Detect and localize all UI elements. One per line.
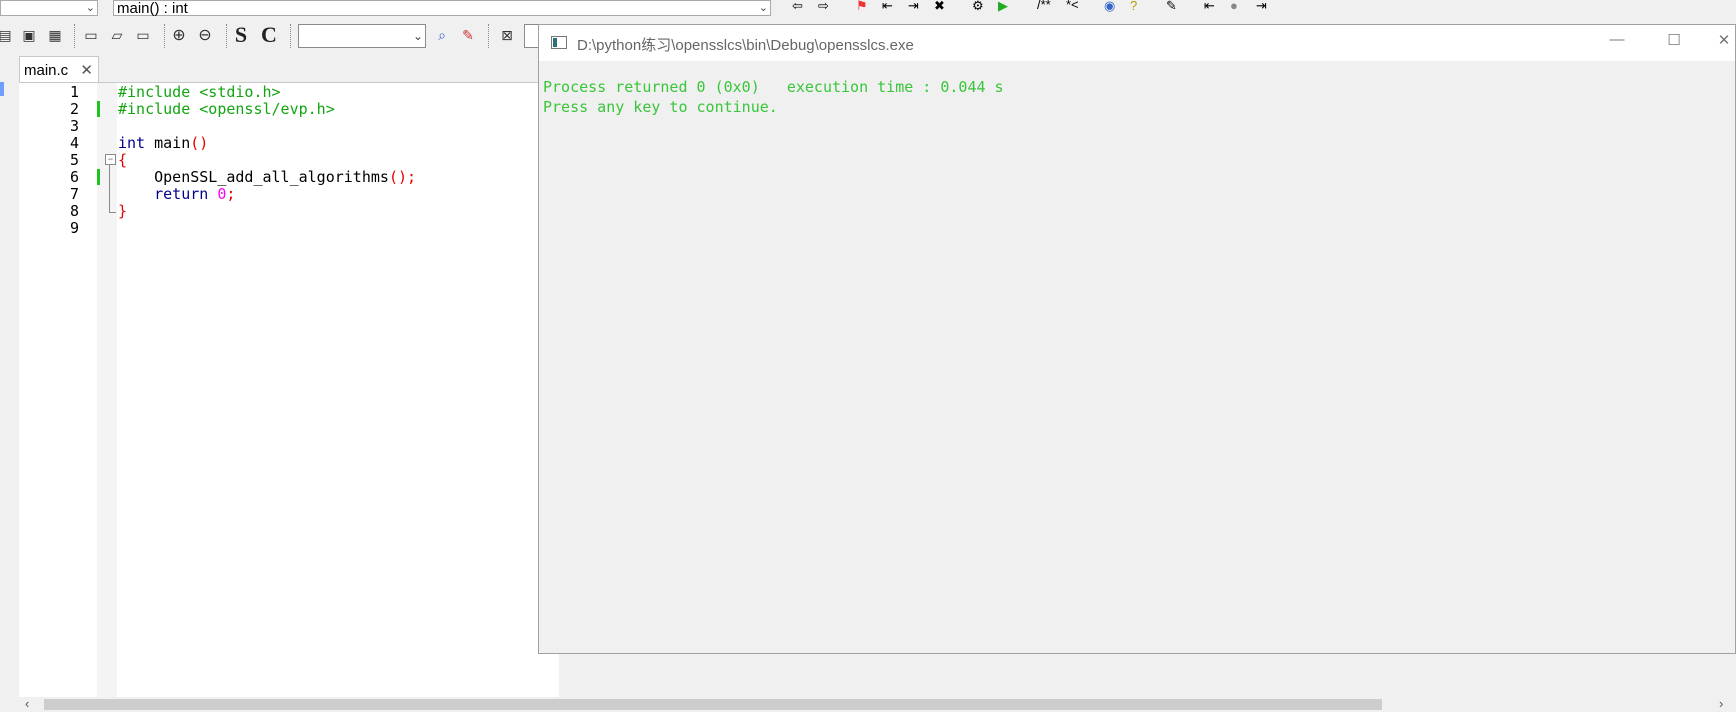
- select-block-icon[interactable]: ▱: [106, 24, 128, 46]
- toolbar-separator: [226, 24, 229, 48]
- scroll-left-icon[interactable]: ‹: [25, 696, 29, 711]
- code-line[interactable]: int main(): [118, 134, 208, 152]
- horizontal-scrollbar[interactable]: ‹ ›: [19, 696, 1736, 712]
- code-line[interactable]: {: [118, 151, 127, 169]
- line-number: 5: [69, 151, 79, 169]
- chevron-down-icon: ⌄: [758, 2, 768, 14]
- toggle-s-button[interactable]: S: [230, 22, 252, 47]
- scope-combo-left[interactable]: ⌄: [0, 0, 98, 16]
- run-icon[interactable]: ▶: [998, 0, 1008, 14]
- tab-main-c[interactable]: main.c ✕: [19, 56, 99, 83]
- left-side-panel: [0, 82, 19, 698]
- comment-icon[interactable]: /**: [1037, 0, 1051, 12]
- clear-bookmarks-icon[interactable]: ✖: [934, 0, 945, 14]
- doc-comment-icon[interactable]: *<: [1066, 0, 1079, 12]
- layout-icon-3[interactable]: ▦: [44, 24, 66, 46]
- console-output-line: Process returned 0 (0x0) execution time …: [543, 78, 1004, 96]
- line-number: 4: [69, 134, 79, 152]
- step-forward-icon[interactable]: ⇥: [1256, 0, 1267, 14]
- chevron-down-icon: ⌄: [412, 29, 423, 43]
- line-number: 7: [69, 185, 79, 203]
- find-icon[interactable]: ⌕: [431, 24, 453, 46]
- code-token: {: [118, 151, 128, 169]
- chevron-down-icon: ⌄: [85, 2, 95, 14]
- tab-label: main.c: [24, 62, 69, 79]
- line-number: 9: [69, 219, 79, 237]
- toggle-c-button[interactable]: C: [258, 22, 280, 47]
- code-token: }: [118, 202, 128, 220]
- layout-icon-1[interactable]: ▤: [0, 24, 16, 46]
- build-icon[interactable]: ⚙: [972, 0, 984, 14]
- line-number: 2: [69, 100, 79, 118]
- search-combo[interactable]: ⌄: [298, 24, 426, 48]
- web-icon[interactable]: ◉: [1104, 0, 1115, 14]
- layout-icon-2[interactable]: ▣: [18, 24, 40, 46]
- code-token: OpenSSL_add_all_algorithms: [118, 168, 389, 186]
- zoom-out-icon[interactable]: ⊖: [194, 24, 216, 46]
- console-title: D:\python练习\opensslcs\bin\Debug\opensslc…: [577, 37, 914, 54]
- fold-range-end: [109, 212, 116, 213]
- console-output-line: Press any key to continue.: [543, 98, 778, 116]
- code-token: #include <openssl/evp.h>: [118, 100, 335, 118]
- function-scope-combo[interactable]: main() : int ⌄: [113, 0, 771, 17]
- fold-margin: [97, 83, 117, 699]
- code-line[interactable]: }: [118, 202, 127, 220]
- changed-line-marker: [97, 169, 100, 185]
- record-icon[interactable]: ●: [1230, 0, 1238, 13]
- changed-line-marker: [97, 101, 100, 117]
- code-token: (): [190, 134, 209, 152]
- toolbar-separator: [290, 24, 293, 48]
- maximize-button[interactable]: ☐: [1659, 31, 1689, 55]
- jump-back-icon[interactable]: ⇦: [792, 0, 803, 14]
- close-icon[interactable]: ✕: [80, 57, 93, 84]
- jump-forward-icon[interactable]: ⇨: [818, 0, 829, 14]
- code-token: ;: [226, 185, 236, 203]
- wrench-icon[interactable]: ✎: [457, 24, 479, 46]
- tools-icon[interactable]: ✎: [1166, 0, 1177, 14]
- code-line[interactable]: return 0;: [118, 185, 235, 203]
- code-token: ();: [388, 168, 417, 186]
- console-output-area[interactable]: Process returned 0 (0x0) execution time …: [539, 61, 1735, 653]
- select-rect-icon[interactable]: ▭: [80, 24, 102, 46]
- console-titlebar[interactable]: D:\python练习\opensslcs\bin\Debug\opensslc…: [539, 25, 1735, 61]
- line-number: 6: [69, 168, 79, 186]
- code-line[interactable]: OpenSSL_add_all_algorithms();: [118, 168, 416, 186]
- code-line[interactable]: #include <stdio.h>: [118, 83, 281, 101]
- ide-top-strip: ⌄ main() : int ⌄ ⇦ ⇨ ⚑ ⇤ ⇥ ✖ ⚙ ▶ /** *< …: [0, 0, 1736, 19]
- scrollbar-thumb[interactable]: [44, 699, 1382, 710]
- line-number: 1: [69, 83, 79, 101]
- bookmark-flag-icon[interactable]: ⚑: [856, 0, 868, 14]
- scroll-right-icon[interactable]: ›: [1719, 696, 1723, 711]
- zoom-in-icon[interactable]: ⊕: [168, 24, 190, 46]
- fold-toggle-icon[interactable]: −: [105, 154, 116, 165]
- line-number: 3: [69, 117, 79, 135]
- clear-search-icon[interactable]: ⊠: [496, 24, 518, 46]
- side-panel-marker: [0, 82, 4, 96]
- toolbar-separator: [74, 24, 77, 48]
- code-editor[interactable]: #include <stdio.h> #include <openssl/evp.…: [19, 82, 559, 699]
- console-window[interactable]: D:\python练习\opensslcs\bin\Debug\opensslc…: [538, 24, 1736, 654]
- prev-bookmark-icon[interactable]: ⇤: [882, 0, 893, 14]
- toolbar-separator: [164, 24, 167, 48]
- code-token: int: [118, 134, 146, 152]
- select-all-icon[interactable]: ▭: [132, 24, 154, 46]
- toolbar-separator: [488, 24, 491, 48]
- help-icon[interactable]: ?: [1130, 0, 1137, 13]
- debug-toolbar-strip: ⇦ ⇨ ⚑ ⇤ ⇥ ✖ ⚙ ▶ /** *< ◉ ? ✎ ⇤ ● ⇥: [780, 0, 1280, 18]
- close-button[interactable]: ✕: [1709, 31, 1736, 55]
- fold-range-line: [109, 165, 110, 212]
- next-bookmark-icon[interactable]: ⇥: [908, 0, 919, 14]
- code-token: main: [145, 134, 191, 152]
- code-token: #include <stdio.h>: [118, 83, 281, 101]
- code-token: return: [154, 185, 209, 203]
- step-back-icon[interactable]: ⇤: [1204, 0, 1215, 14]
- function-scope-value: main() : int: [117, 0, 188, 17]
- line-number: 8: [69, 202, 79, 220]
- console-app-icon: [551, 36, 567, 49]
- minimize-button[interactable]: —: [1602, 31, 1632, 55]
- code-line[interactable]: #include <openssl/evp.h>: [118, 100, 335, 118]
